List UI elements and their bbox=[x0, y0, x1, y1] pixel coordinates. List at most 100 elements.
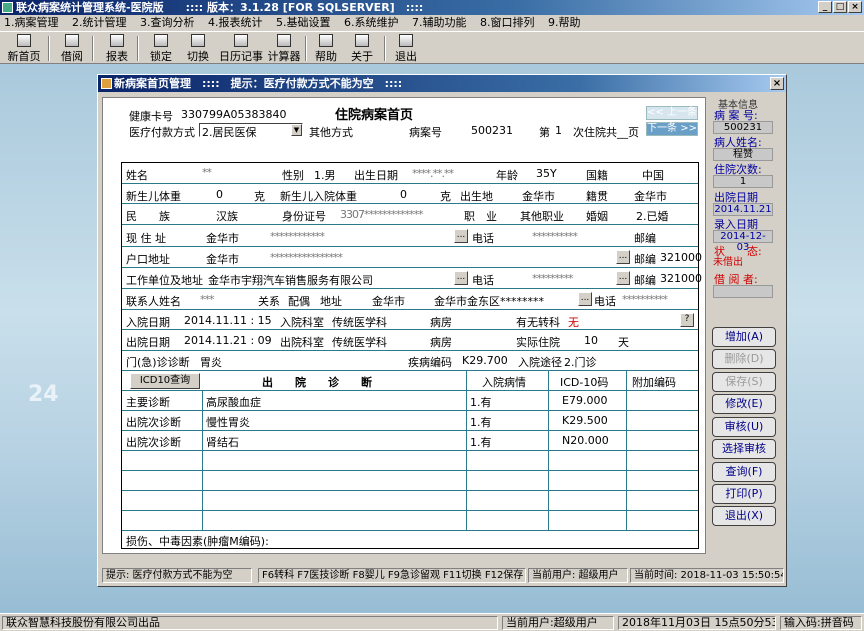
name-value[interactable]: ** bbox=[202, 166, 212, 179]
phone-value-3[interactable]: ********** bbox=[622, 293, 668, 306]
id-value[interactable]: 3307************* bbox=[340, 208, 423, 221]
borrow-button[interactable]: 借阅 bbox=[58, 34, 86, 63]
add-button[interactable]: 增加(A) bbox=[712, 327, 776, 347]
cur-addr-value[interactable]: 金华市 bbox=[206, 230, 239, 246]
job-value[interactable]: 其他职业 bbox=[520, 208, 564, 224]
table-row[interactable] bbox=[122, 511, 698, 531]
sex-value[interactable]: 1.男 bbox=[314, 167, 336, 183]
menu-help[interactable]: 9.帮助 bbox=[548, 16, 581, 29]
table-row[interactable] bbox=[122, 471, 698, 491]
query-button[interactable]: 查询(F) bbox=[712, 462, 776, 482]
row-newborn: 新生儿体重 0 克 新生儿入院体重 0 克 出生地 金华市 籍贯 金华市 bbox=[122, 184, 698, 204]
cur-addr-browse-button[interactable]: ... bbox=[454, 229, 468, 243]
diag-name[interactable]: 慢性胃炎 bbox=[206, 414, 250, 430]
cur-addr-detail[interactable]: ************ bbox=[270, 230, 325, 243]
health-card-label: 健康卡号 bbox=[129, 110, 173, 123]
prev-record-button[interactable]: << 上一条 bbox=[646, 106, 698, 120]
in-date-value[interactable]: 2014.11.11 : 15 bbox=[184, 314, 272, 327]
icd10-search-button[interactable]: ICD10查询 bbox=[130, 373, 200, 389]
stay-value[interactable]: 10 bbox=[584, 334, 598, 347]
table-row[interactable] bbox=[122, 491, 698, 511]
work-value[interactable]: 金华市宇翔汽车销售服务有限公司 bbox=[208, 272, 373, 288]
new-record-button[interactable]: 新首页 bbox=[6, 34, 42, 63]
diag-icd[interactable]: E79.000 bbox=[562, 394, 607, 407]
phone-value-2[interactable]: ********* bbox=[532, 272, 573, 285]
hukou-value[interactable]: 金华市 bbox=[206, 251, 239, 267]
relation-value[interactable]: 配偶 bbox=[288, 293, 310, 309]
diag-icd[interactable]: K29.500 bbox=[562, 414, 608, 427]
minimize-button[interactable]: _ bbox=[818, 1, 832, 13]
menu-window[interactable]: 8.窗口排列 bbox=[480, 16, 535, 29]
menu-settings[interactable]: 5.基础设置 bbox=[276, 16, 331, 29]
new-record-icon bbox=[17, 34, 31, 47]
nation-value[interactable]: 中国 bbox=[642, 167, 664, 183]
zip-value-2[interactable]: 321000 bbox=[660, 251, 702, 264]
diag-name[interactable]: 高尿酸血症 bbox=[206, 394, 261, 410]
hukou-detail[interactable]: **************** bbox=[270, 251, 343, 264]
baby-in-weight-value[interactable]: 0 bbox=[400, 188, 407, 201]
contact-browse-button[interactable]: ... bbox=[578, 292, 592, 306]
op-diag-value[interactable]: 胃炎 bbox=[200, 354, 222, 370]
select-audit-button[interactable]: 选择审核 bbox=[712, 439, 776, 459]
work-browse-button[interactable]: ... bbox=[454, 271, 468, 285]
edit-button[interactable]: 修改(E) bbox=[712, 394, 776, 414]
menu-case-mgmt[interactable]: 1.病案管理 bbox=[4, 16, 59, 29]
relation-label: 关系 bbox=[258, 295, 280, 308]
menu-maintenance[interactable]: 6.系统维护 bbox=[344, 16, 399, 29]
report-button[interactable]: 报表 bbox=[103, 34, 131, 63]
table-row[interactable]: 出院次诊断 慢性胃炎 1.有 K29.500 bbox=[122, 411, 698, 431]
transfer-value[interactable]: 无 bbox=[568, 314, 579, 330]
print-button[interactable]: 打印(P) bbox=[712, 484, 776, 504]
delete-button[interactable]: 删除(D) bbox=[712, 349, 776, 369]
out-date-value[interactable]: 2014.11.21 : 09 bbox=[184, 334, 272, 347]
dialog-close-button[interactable]: × bbox=[770, 77, 784, 90]
contact-addr-city[interactable]: 金华市 bbox=[372, 293, 405, 309]
contact-addr-detail[interactable]: 金华市金东区******** bbox=[434, 293, 544, 309]
save-button[interactable]: 保存(S) bbox=[712, 372, 776, 392]
disease-code-value[interactable]: K29.700 bbox=[462, 354, 508, 367]
diag-icd[interactable]: N20.000 bbox=[562, 434, 609, 447]
diag-cond[interactable]: 1.有 bbox=[470, 394, 492, 410]
table-row[interactable]: 出院次诊断 肾结石 1.有 N20.000 bbox=[122, 431, 698, 451]
contact-name[interactable]: *** bbox=[200, 293, 214, 306]
marriage-value[interactable]: 2.已婚 bbox=[636, 208, 669, 224]
zip-value-3[interactable]: 321000 bbox=[660, 272, 702, 285]
menu-report[interactable]: 4.报表统计 bbox=[208, 16, 263, 29]
diag-cond[interactable]: 1.有 bbox=[470, 414, 492, 430]
next-record-button[interactable]: 下一条 >> bbox=[646, 122, 698, 136]
baby-weight-value[interactable]: 0 bbox=[216, 188, 223, 201]
table-row[interactable]: 主要诊断 高尿酸血症 1.有 E79.000 bbox=[122, 391, 698, 411]
table-row[interactable] bbox=[122, 451, 698, 471]
lock-button[interactable]: 锁定 bbox=[147, 34, 175, 63]
route-value[interactable]: 2.门诊 bbox=[564, 354, 597, 370]
maximize-button[interactable]: □ bbox=[833, 1, 847, 13]
out-dept-value[interactable]: 传统医学科 bbox=[332, 334, 387, 350]
help-question-button[interactable]: ? bbox=[680, 313, 694, 327]
birth-value[interactable]: ****.**.** bbox=[412, 167, 454, 180]
menu-tools[interactable]: 7.辅助功能 bbox=[412, 16, 467, 29]
calculator-button[interactable]: 计算器 bbox=[266, 34, 302, 63]
exit-button[interactable]: 退出 bbox=[392, 34, 420, 63]
hukou-label: 户口地址 bbox=[126, 253, 170, 266]
hukou-browse-button[interactable]: ... bbox=[616, 250, 630, 264]
phone-value[interactable]: ********** bbox=[532, 230, 578, 243]
audit-button[interactable]: 审核(U) bbox=[712, 417, 776, 437]
switch-button[interactable]: 切换 bbox=[184, 34, 212, 63]
diag-cond[interactable]: 1.有 bbox=[470, 434, 492, 450]
exit-dialog-button[interactable]: 退出(X) bbox=[712, 506, 776, 526]
work-phone-browse-button[interactable]: ... bbox=[616, 271, 630, 285]
menu-query[interactable]: 3.查询分析 bbox=[140, 16, 195, 29]
pay-method-select[interactable]: 2.居民医保 ▼ bbox=[199, 123, 303, 139]
help-button[interactable]: 帮助 bbox=[312, 34, 340, 63]
birthplace-value[interactable]: 金华市 bbox=[522, 188, 555, 204]
age-value[interactable]: 35Y bbox=[536, 167, 557, 180]
close-app-button[interactable]: × bbox=[848, 1, 862, 13]
calendar-button[interactable]: 日历记事 bbox=[218, 34, 264, 63]
about-button[interactable]: 关于 bbox=[348, 34, 376, 63]
in-dept-value[interactable]: 传统医学科 bbox=[332, 314, 387, 330]
menu-stat-mgmt[interactable]: 2.统计管理 bbox=[72, 16, 127, 29]
column-divider bbox=[466, 371, 467, 531]
ethnic-value[interactable]: 汉族 bbox=[216, 208, 238, 224]
native-value[interactable]: 金华市 bbox=[634, 188, 667, 204]
diag-name[interactable]: 肾结石 bbox=[206, 434, 239, 450]
